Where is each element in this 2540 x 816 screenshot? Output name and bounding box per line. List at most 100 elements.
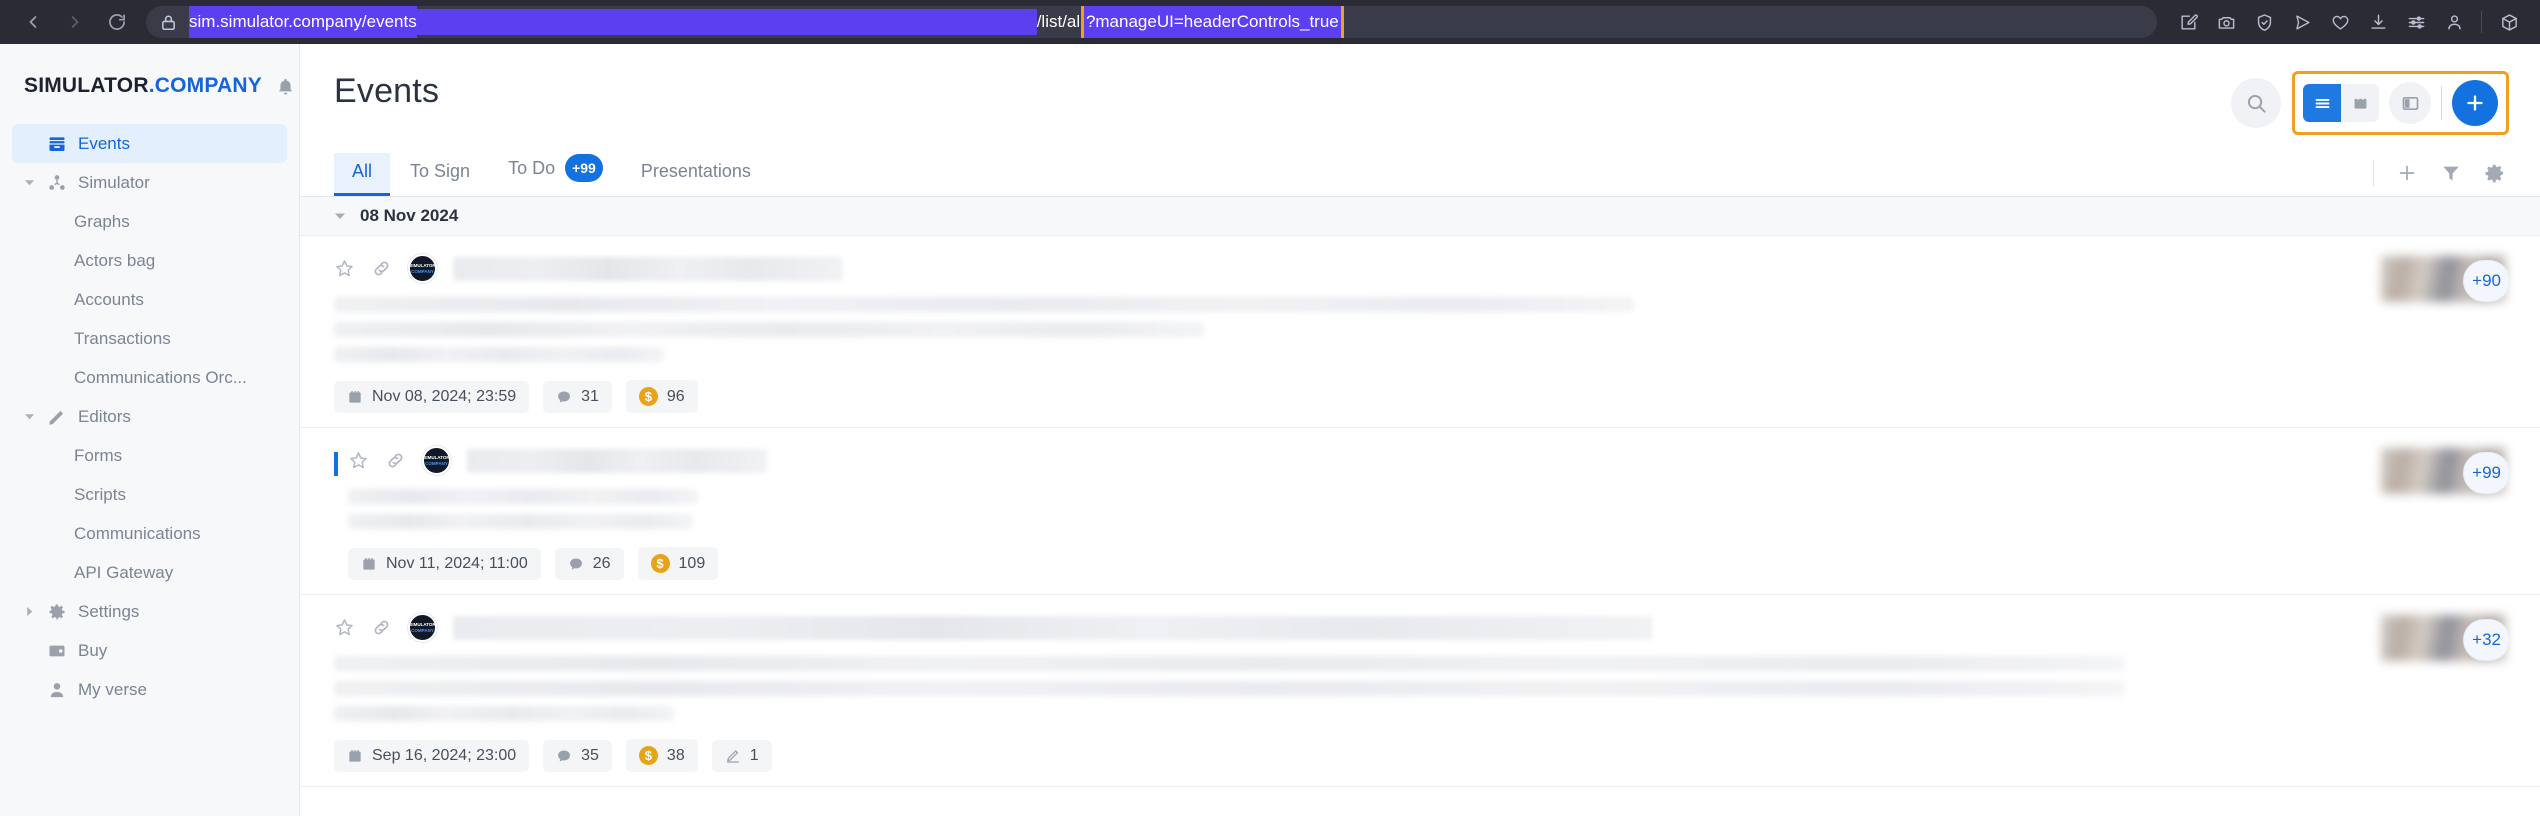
sidebar-item-label: API Gateway (74, 562, 174, 582)
download-icon[interactable] (2361, 5, 2395, 39)
unread-indicator (334, 452, 338, 476)
sidebar-item-label: Simulator (78, 172, 150, 192)
gear-icon[interactable] (2484, 162, 2506, 184)
sidebar-item-accounts[interactable]: Accounts (12, 280, 287, 319)
cube-icon[interactable] (2492, 5, 2526, 39)
coins-badge[interactable]: $ 109 (637, 547, 719, 580)
filter-icon[interactable] (2440, 162, 2462, 184)
coin-icon: $ (638, 746, 658, 765)
link-icon[interactable] (385, 450, 406, 471)
sidebar-item-label: Graphs (74, 211, 130, 231)
coins-badge[interactable]: $ 96 (625, 380, 698, 413)
chevron-down-icon[interactable] (334, 210, 346, 222)
date-badge[interactable]: Nov 08, 2024; 23:59 (334, 380, 530, 413)
tab-presentations[interactable]: Presentations (623, 153, 769, 196)
calendar-icon (347, 748, 363, 764)
event-header: SIMULATOR COMPANY (334, 254, 2306, 283)
calendar-icon (361, 556, 377, 572)
url-selection-fill (416, 9, 1037, 35)
lock-icon (160, 14, 177, 31)
sidebar-item-communications-orchestration[interactable]: Communications Orc... (12, 358, 287, 397)
edit-note-icon[interactable] (2171, 5, 2205, 39)
url-query-highlight: ?manageUI=headerControls_true (1080, 6, 1344, 38)
tab-all[interactable]: All (334, 153, 391, 196)
event-body-redacted (348, 489, 2306, 529)
user-icon (40, 680, 74, 700)
comments-badge[interactable]: 35 (543, 739, 612, 772)
search-icon[interactable] (2231, 78, 2281, 128)
table-row[interactable]: SIMULATOR COMPANY (300, 595, 2540, 787)
sidebar-item-forms[interactable]: Forms (12, 436, 287, 475)
list-view-icon[interactable] (2303, 84, 2341, 122)
event-title-redacted (453, 256, 843, 281)
tab-to-sign[interactable]: To Sign (392, 153, 488, 196)
avatar-line-2: COMPANY (411, 268, 434, 274)
forward-button[interactable] (56, 3, 94, 41)
comments-badge[interactable]: 31 (543, 380, 612, 413)
card-view-icon[interactable] (2341, 84, 2379, 122)
send-icon[interactable] (2285, 5, 2319, 39)
avatar: SIMULATOR COMPANY (422, 446, 451, 475)
sidebar-item-scripts[interactable]: Scripts (12, 475, 287, 514)
signature-badge[interactable]: 1 (711, 739, 772, 772)
sidebar-item-editors[interactable]: Editors (12, 397, 287, 436)
chevron-right-icon[interactable] (18, 606, 40, 617)
event-badges: Nov 08, 2024; 23:59 31 $ 96 (334, 380, 2306, 413)
participants-more-badge[interactable]: +99 (2463, 452, 2510, 494)
event-header: SIMULATOR COMPANY (334, 613, 2306, 642)
tab-label: Presentations (640, 161, 751, 181)
coins-badge[interactable]: $ 38 (625, 739, 698, 772)
chevron-down-icon[interactable] (18, 411, 40, 422)
tab-label: To Sign (410, 161, 471, 181)
date-badge[interactable]: Nov 11, 2024; 11:00 (348, 547, 541, 580)
camera-icon[interactable] (2209, 5, 2243, 39)
sidebar-item-settings[interactable]: Settings (12, 592, 287, 631)
comment-icon (556, 748, 572, 764)
event-badges: Nov 11, 2024; 11:00 26 $ 109 (348, 547, 2306, 580)
address-bar[interactable]: sim.simulator.company/events/list/all ?ma… (146, 6, 2157, 38)
event-main: SIMULATOR COMPANY (334, 446, 2306, 580)
sidebar: SIMULATOR.COMPANY Events Simulator Graph… (0, 44, 300, 816)
star-icon[interactable] (334, 258, 355, 279)
sidebar-item-simulator[interactable]: Simulator (12, 163, 287, 202)
back-button[interactable] (14, 3, 52, 41)
shield-check-icon[interactable] (2247, 5, 2281, 39)
sliders-icon[interactable] (2399, 5, 2433, 39)
date-group-header[interactable]: 08 Nov 2024 (300, 197, 2540, 236)
sidebar-item-my-verse[interactable]: My verse (12, 670, 287, 709)
reload-button[interactable] (98, 3, 136, 41)
star-icon[interactable] (334, 617, 355, 638)
sidebar-item-communications[interactable]: Communications (12, 514, 287, 553)
controls-divider (2441, 86, 2442, 120)
plus-icon[interactable] (2396, 162, 2418, 184)
sidebar-item-buy[interactable]: Buy (12, 631, 287, 670)
chevron-down-icon[interactable] (18, 177, 40, 188)
participants-more-badge[interactable]: +90 (2463, 260, 2510, 302)
table-row[interactable]: SIMULATOR COMPANY (300, 236, 2540, 428)
event-participants: +99 (2306, 446, 2510, 580)
wallet-icon (40, 641, 74, 661)
bell-icon[interactable] (276, 77, 295, 96)
profile-icon[interactable] (2437, 5, 2471, 39)
table-row[interactable]: SIMULATOR COMPANY (300, 428, 2540, 595)
date-badge[interactable]: Sep 16, 2024; 23:00 (334, 739, 530, 772)
sidebar-item-api-gateway[interactable]: API Gateway (12, 553, 287, 592)
participants-more-badge[interactable]: +32 (2463, 619, 2510, 661)
page-header: Events (300, 44, 2540, 135)
split-view-icon[interactable] (2389, 82, 2431, 124)
comments-badge[interactable]: 26 (554, 547, 624, 580)
brand-suffix: .COMPANY (148, 74, 262, 97)
link-icon[interactable] (371, 617, 392, 638)
tab-to-do[interactable]: To Do +99 (490, 146, 621, 196)
brand-logo[interactable]: SIMULATOR.COMPANY (0, 52, 299, 124)
heart-icon[interactable] (2323, 5, 2357, 39)
badge-value: 1 (749, 746, 759, 764)
sidebar-item-graphs[interactable]: Graphs (12, 202, 287, 241)
sidebar-item-transactions[interactable]: Transactions (12, 319, 287, 358)
sidebar-item-actors-bag[interactable]: Actors bag (12, 241, 287, 280)
star-icon[interactable] (348, 450, 369, 471)
link-icon[interactable] (371, 258, 392, 279)
tab-label: To Do (508, 157, 556, 178)
add-event-button[interactable] (2452, 80, 2498, 126)
sidebar-item-events[interactable]: Events (12, 124, 287, 163)
